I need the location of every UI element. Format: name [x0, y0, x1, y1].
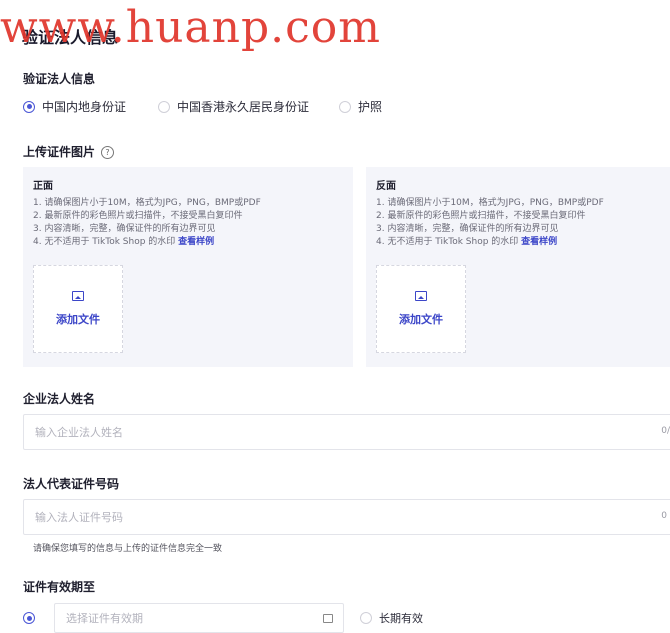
radio-label-hk-id: 中国香港永久居民身份证 [177, 100, 310, 114]
radio-long-term[interactable] [360, 612, 372, 624]
radio-mainland-id[interactable] [23, 100, 35, 113]
expiry-date-placeholder: 选择证件有效期 [66, 612, 143, 625]
front-add-file-dropzone[interactable]: 添加文件 [33, 265, 123, 353]
image-icon [72, 291, 84, 301]
radio-option-long-term[interactable]: 长期有效 [360, 610, 423, 626]
id-number-label: 法人代表证件号码 [23, 477, 120, 491]
long-term-label: 长期有效 [379, 612, 423, 625]
id-type-label: 验证法人信息 [23, 72, 96, 86]
id-number-placeholder: 输入法人证件号码 [35, 511, 123, 524]
image-icon [415, 291, 427, 301]
expiry-row: 选择证件有效期 长期有效 [23, 603, 423, 633]
back-rule-4: 4. 无不适用于 TikTok Shop 的水印 查看样例 [376, 236, 670, 249]
back-example-link[interactable]: 查看样例 [521, 237, 557, 247]
back-add-file-dropzone[interactable]: 添加文件 [376, 265, 466, 353]
legal-name-placeholder: 输入企业法人姓名 [35, 426, 123, 439]
front-rule-2: 2. 最新原件的彩色照片或扫描件，不接受黑白复印件 [33, 211, 243, 221]
watermark-text: www.huanp.com [0, 2, 382, 53]
back-rule-4-text: 4. 无不适用于 TikTok Shop 的水印 [376, 237, 522, 247]
radio-hk-id[interactable] [158, 100, 171, 113]
id-type-radio-group: 中国内地身份证 中国香港永久居民身份证 护照 [23, 98, 412, 115]
upload-label-text: 上传证件图片 [23, 145, 96, 159]
front-rule-1: 1. 请确保图片小于10M，格式为JPG，PNG，BMP或PDF [33, 198, 261, 208]
front-add-file-label: 添加文件 [56, 313, 100, 326]
front-card-title: 正面 [33, 181, 53, 192]
id-number-input[interactable]: 输入法人证件号码 0 [23, 499, 670, 535]
front-rule-4-text: 4. 无不适用于 TikTok Shop 的水印 [33, 237, 179, 247]
radio-option-passport[interactable]: 护照 [339, 98, 382, 115]
expiry-label: 证件有效期至 [23, 580, 96, 594]
front-rule-4: 4. 无不适用于 TikTok Shop 的水印 查看样例 [33, 236, 343, 249]
radio-passport[interactable] [339, 100, 352, 113]
back-rule-2: 2. 最新原件的彩色照片或扫描件，不接受黑白复印件 [376, 211, 586, 221]
back-add-file-label: 添加文件 [399, 313, 443, 326]
front-example-link[interactable]: 查看样例 [178, 237, 214, 247]
radio-option-mainland-id[interactable]: 中国内地身份证 [23, 98, 126, 115]
help-icon[interactable]: ? [101, 146, 115, 159]
legal-name-counter: 0/ [661, 426, 670, 436]
legal-name-input[interactable]: 输入企业法人姓名 0/ [23, 414, 670, 450]
id-number-counter: 0 [661, 511, 667, 521]
legal-name-label: 企业法人姓名 [23, 392, 96, 406]
back-card-title: 反面 [376, 181, 396, 192]
radio-label-passport: 护照 [358, 100, 383, 114]
upload-card-front: 正面 1. 请确保图片小于10M，格式为JPG，PNG，BMP或PDF 2. 最… [23, 167, 353, 367]
radio-option-hk-id[interactable]: 中国香港永久居民身份证 [158, 98, 309, 115]
back-rule-1: 1. 请确保图片小于10M，格式为JPG，PNG，BMP或PDF [376, 198, 604, 208]
upload-card-back: 反面 1. 请确保图片小于10M，格式为JPG，PNG，BMP或PDF 2. 最… [366, 167, 670, 367]
radio-label-mainland-id: 中国内地身份证 [42, 100, 127, 114]
upload-section-label: 上传证件图片? [23, 143, 115, 160]
radio-expiry-date[interactable] [23, 612, 35, 624]
front-rule-3: 3. 内容清晰，完整，确保证件的所有边界可见 [33, 224, 216, 234]
expiry-date-picker[interactable]: 选择证件有效期 [54, 603, 344, 633]
id-number-hint: 请确保您填写的信息与上传的证件信息完全一致 [33, 544, 223, 554]
back-rule-3: 3. 内容清晰，完整，确保证件的所有边界可见 [376, 224, 559, 234]
